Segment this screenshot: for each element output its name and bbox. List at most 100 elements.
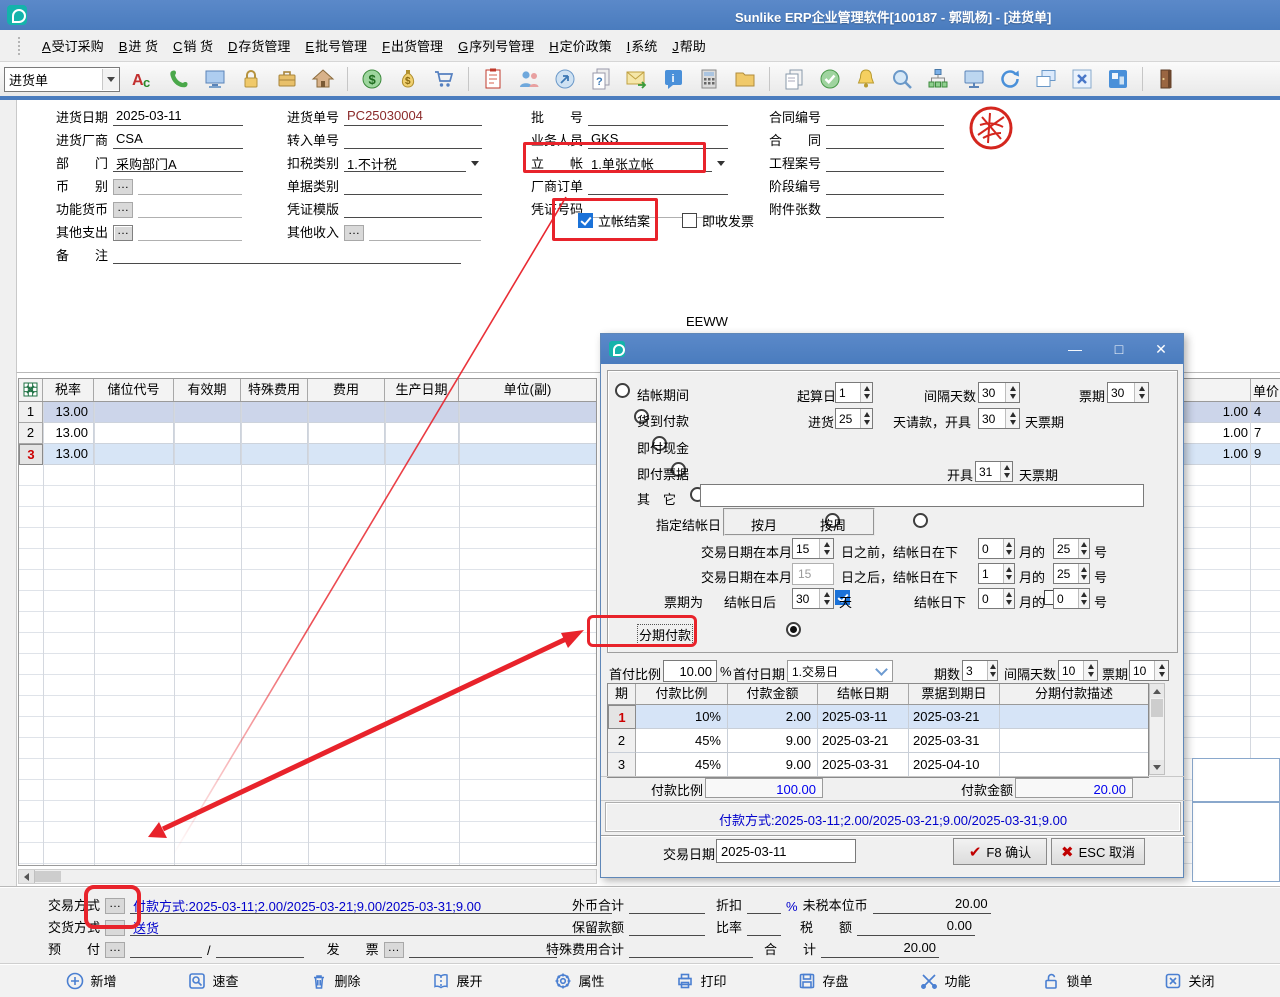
cart-icon[interactable] (431, 66, 457, 92)
interval-days-spinner[interactable]: 30 (978, 382, 1020, 403)
info-icon[interactable]: i (660, 66, 686, 92)
dialog-trade-date-input[interactable]: 2025-03-11 (716, 839, 856, 863)
phone-icon[interactable] (166, 66, 192, 92)
settle-next-day-spinner[interactable]: 0 (1053, 588, 1090, 609)
properties-button[interactable]: 属性 (553, 971, 604, 991)
salesman-input[interactable]: GKS (588, 131, 728, 149)
after-dayofmonth-spinner[interactable]: 25 (1053, 563, 1090, 584)
ticket-after-spinner[interactable]: 30 (792, 588, 834, 609)
briefcase-icon[interactable] (274, 66, 300, 92)
col-unit-sub[interactable]: 单位(副) (459, 379, 596, 401)
invoice-received-checkbox[interactable] (682, 213, 697, 228)
purchase-day-spinner[interactable]: 25 (835, 408, 873, 429)
order-no-input[interactable]: PC25030004 (344, 108, 482, 126)
dollar-icon[interactable]: $ (359, 66, 385, 92)
invoice-picker[interactable]: … (384, 942, 404, 958)
installment-row[interactable]: 2 45% 9.00 2025-03-21 2025-03-31 (608, 729, 1148, 753)
transfer-no-input[interactable] (344, 131, 482, 149)
retain-input[interactable] (629, 918, 705, 936)
contract-input[interactable] (826, 131, 944, 149)
down-pct-input[interactable]: 10.00 (663, 660, 717, 682)
menu-item-shipping[interactable]: F出货管理 (382, 36, 443, 55)
mail-icon[interactable] (624, 66, 650, 92)
computer-icon[interactable] (202, 66, 228, 92)
installment-scrollbar[interactable] (1149, 683, 1165, 775)
before-month-spinner[interactable]: 0 (978, 538, 1015, 559)
horizontal-scrollbar[interactable] (18, 869, 597, 884)
request-open-spinner[interactable]: 30 (978, 408, 1020, 429)
doc-type-combo[interactable]: 进货单 (4, 67, 120, 92)
maximize-icon[interactable]: □ (1099, 334, 1139, 364)
confirm-button[interactable]: ✔F8 确认 (953, 838, 1047, 865)
before-dayofmonth-spinner[interactable]: 25 (1053, 538, 1090, 559)
print-button[interactable]: 打印 (675, 971, 726, 991)
account-mode-dropdown-icon[interactable] (717, 161, 725, 166)
expand-button[interactable]: 展开 (431, 971, 482, 991)
home-icon[interactable] (310, 66, 336, 92)
menu-item-sales[interactable]: C销 货 (173, 36, 213, 55)
sitemap-icon[interactable] (925, 66, 951, 92)
bell-icon[interactable] (853, 66, 879, 92)
link-icon[interactable] (552, 66, 578, 92)
cancel-button[interactable]: ✖ESC 取消 (1051, 838, 1145, 865)
check-icon[interactable] (817, 66, 843, 92)
radio-installment[interactable] (786, 622, 801, 637)
menu-item-serial[interactable]: G序列号管理 (458, 36, 534, 55)
lock-icon[interactable] (238, 66, 264, 92)
col-tax-rate[interactable]: 税率 (43, 379, 94, 401)
project-no-input[interactable] (826, 154, 944, 172)
window-icon[interactable] (1105, 66, 1131, 92)
combo-dropdown-icon[interactable] (102, 69, 119, 90)
col-bin-code[interactable]: 储位代号 (94, 379, 174, 401)
tax-type-dropdown-icon[interactable] (471, 161, 479, 166)
trade-mode-picker[interactable]: … (105, 898, 125, 914)
clipboard-icon[interactable] (480, 66, 506, 92)
installment-row-selected[interactable]: 1 10% 2.00 2025-03-11 2025-03-21 (608, 705, 1148, 729)
new-button[interactable]: 新增 (65, 971, 116, 991)
other-income-input[interactable] (369, 223, 481, 241)
minimize-icon[interactable]: — (1055, 334, 1095, 364)
func-currency-picker[interactable]: … (113, 202, 133, 218)
scrollbar-thumb[interactable] (35, 871, 61, 882)
first-date-combo[interactable]: 1.交易日 (787, 660, 893, 682)
menu-item-purchase-in[interactable]: B进 货 (119, 36, 158, 55)
before-day-spinner[interactable]: 15 (792, 538, 834, 559)
tax-type-combo[interactable]: 1.不计税 (344, 154, 466, 172)
delete-button[interactable]: 删除 (309, 971, 360, 991)
scroll-left-icon[interactable] (19, 870, 35, 883)
attachments-input[interactable] (826, 200, 944, 218)
copy-icon[interactable] (781, 66, 807, 92)
menu-item-system[interactable]: I系统 (627, 36, 658, 55)
radio-settle-period[interactable] (615, 383, 630, 398)
currency-input[interactable] (138, 177, 242, 195)
menu-item-inventory[interactable]: D存货管理 (228, 36, 290, 55)
menu-item-batch[interactable]: E批号管理 (305, 36, 367, 55)
purchase-date-input[interactable]: 2025-03-11 (113, 108, 243, 126)
exit-icon[interactable] (1154, 66, 1180, 92)
calculator-icon[interactable] (696, 66, 722, 92)
prepay-picker[interactable]: … (105, 942, 125, 958)
scrollbar-thumb[interactable] (1151, 699, 1163, 717)
ticket-period-spinner[interactable]: 30 (1107, 382, 1149, 403)
closex-icon[interactable] (1069, 66, 1095, 92)
batch-no-input[interactable] (588, 108, 728, 126)
doc-class-input[interactable] (344, 177, 482, 195)
menu-item-pricing[interactable]: H定价政策 (549, 36, 611, 55)
quick-search-button[interactable]: 速查 (187, 971, 238, 991)
col-unit-price[interactable]: 单价 (1253, 381, 1279, 400)
users-icon[interactable] (516, 66, 542, 92)
voucher-tpl-input[interactable] (344, 200, 482, 218)
start-day-spinner[interactable]: 1 (835, 382, 873, 403)
stage-no-input[interactable] (826, 177, 944, 195)
func-currency-input[interactable] (138, 200, 242, 218)
scroll-down-icon[interactable] (1150, 760, 1164, 774)
functions-button[interactable]: 功能 (919, 971, 970, 991)
account-closed-checkbox[interactable] (578, 213, 593, 228)
installment-row[interactable]: 3 45% 9.00 2025-03-31 2025-04-10 (608, 753, 1148, 777)
vendor-order-input[interactable] (588, 177, 728, 195)
currency-picker[interactable]: … (113, 179, 133, 195)
other-terms-input[interactable] (700, 484, 1144, 507)
prepay-input1[interactable] (130, 940, 202, 958)
other-expense-input[interactable] (138, 223, 242, 241)
close-icon[interactable]: ✕ (1141, 334, 1181, 364)
